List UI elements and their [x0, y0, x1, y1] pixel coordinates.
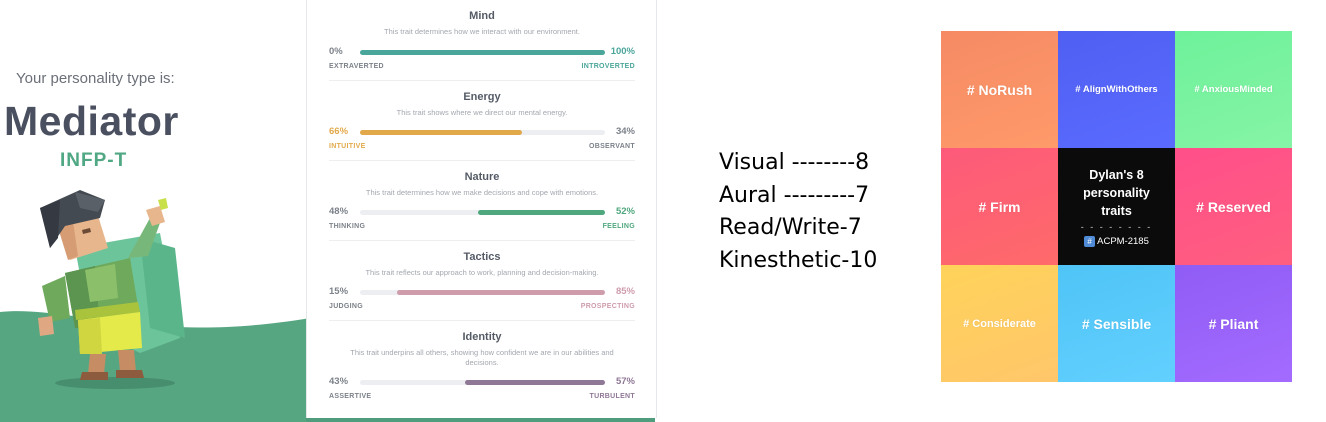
tile-firm: # Firm	[941, 148, 1058, 265]
trait-right-value: 57%	[615, 376, 635, 387]
personality-type-name: Mediator	[4, 98, 179, 144]
hashtag-icon: #	[1084, 236, 1096, 247]
trait-left-label: INTUITIVE	[329, 143, 366, 150]
tile-label: # AnxiousMinded	[1194, 84, 1273, 95]
grid-title: Dylan's 8 personality traits	[1083, 168, 1150, 218]
trait-right-label: TURBULENT	[589, 393, 635, 400]
trait-right-value: 52%	[615, 206, 635, 217]
tile-sensible: # Sensible	[1058, 265, 1175, 382]
tile-alignwithothers: # AlignWithOthers	[1058, 31, 1175, 148]
trait-divider	[329, 160, 635, 161]
tile-norush: # NoRush	[941, 31, 1058, 148]
trait-nature: Nature This trait determines how we make…	[329, 160, 635, 241]
tile-label: # Reserved	[1196, 198, 1271, 215]
trait-description: This trait underpins all others, showing…	[350, 348, 614, 367]
trait-bar-fill	[360, 130, 522, 135]
tile-label: # Pliant	[1208, 315, 1259, 332]
personality-hero: Your personality type is: Mediator INFP-…	[0, 0, 310, 422]
trait-bar	[360, 210, 605, 215]
personality-type-code: INFP-T	[60, 150, 128, 171]
trait-bar-fill	[465, 380, 605, 385]
trait-left-value: 66%	[329, 126, 349, 137]
trait-name: Tactics	[463, 251, 501, 263]
grid-handle-text: ACPM-2185	[1097, 236, 1149, 247]
learning-styles-list: Visual --------8 Aural ---------7 Read/W…	[719, 147, 877, 277]
trait-left-label: THINKING	[329, 223, 366, 230]
trait-right-label: INTROVERTED	[581, 63, 635, 70]
trait-right-value: 34%	[615, 126, 635, 137]
learning-style-visual: Visual --------8	[719, 150, 870, 175]
trait-right-label: OBSERVANT	[588, 143, 635, 150]
trait-left-label: EXTRAVERTED	[329, 63, 384, 70]
grid-separator: - - - - - - - -	[1080, 222, 1153, 232]
trait-description: This trait determines how we interact wi…	[384, 27, 580, 36]
trait-left-value: 0%	[329, 46, 343, 57]
tile-anxiousminded: # AnxiousMinded	[1175, 31, 1292, 148]
trait-bar-fill	[397, 290, 605, 295]
personality-traits-grid: # NoRush # AlignWithOthers # AnxiousMind…	[941, 31, 1292, 382]
trait-name: Identity	[462, 331, 502, 343]
trait-description: This trait reflects our approach to work…	[365, 268, 599, 277]
trait-left-value: 48%	[329, 206, 349, 217]
tile-considerate: # Considerate	[941, 265, 1058, 382]
grid-handle: # ACPM-2185	[1084, 236, 1149, 247]
trait-bar	[360, 380, 605, 385]
learning-style-read-write: Read/Write-7	[719, 215, 862, 240]
tile-label: # Sensible	[1081, 315, 1152, 332]
trait-bar	[360, 50, 605, 55]
trait-left-label: ASSERTIVE	[329, 393, 372, 400]
trait-name: Energy	[463, 91, 501, 103]
trait-divider	[329, 80, 635, 81]
card-bottom-accent	[306, 418, 655, 422]
tile-pliant: # Pliant	[1175, 265, 1292, 382]
trait-bar-fill	[478, 210, 605, 215]
trait-description: This trait shows where we direct our men…	[396, 108, 568, 117]
trait-divider	[329, 320, 635, 321]
trait-bar	[360, 130, 605, 135]
trait-description: This trait determines how we make decisi…	[365, 188, 599, 197]
trait-left-value: 43%	[329, 376, 349, 387]
mediator-character-illustration	[38, 190, 185, 389]
trait-left-value: 15%	[329, 286, 349, 297]
trait-right-value: 100%	[610, 46, 635, 57]
hero-intro-text: Your personality type is:	[16, 70, 175, 87]
tile-label: # AlignWithOthers	[1075, 84, 1158, 95]
tile-label: # NoRush	[966, 81, 1033, 98]
trait-energy: Energy This trait shows where we direct …	[329, 80, 635, 161]
tile-label: # Considerate	[963, 317, 1036, 330]
trait-left-label: JUDGING	[329, 303, 363, 310]
trait-right-value: 85%	[615, 286, 635, 297]
trait-name: Mind	[469, 10, 495, 22]
personality-traits-card: Mind This trait determines how we intera…	[306, 0, 657, 418]
learning-style-kinesthetic: Kinesthetic-10	[719, 247, 878, 273]
trait-name: Nature	[464, 171, 500, 183]
tile-label: # Firm	[978, 198, 1021, 215]
trait-right-label: PROSPECTING	[580, 303, 635, 310]
center-tile: Dylan's 8 personality traits - - - - - -…	[1058, 148, 1175, 265]
trait-divider	[329, 240, 635, 241]
trait-mind: Mind This trait determines how we intera…	[329, 0, 635, 80]
trait-right-label: FEELING	[602, 223, 635, 230]
trait-bar	[360, 290, 605, 295]
learning-style-aural: Aural ---------7	[719, 182, 870, 208]
tile-reserved: # Reserved	[1175, 148, 1292, 265]
trait-tactics: Tactics This trait reflects our approach…	[329, 240, 635, 321]
trait-bar-fill	[360, 50, 605, 55]
trait-identity: Identity This trait underpins all others…	[329, 320, 635, 411]
